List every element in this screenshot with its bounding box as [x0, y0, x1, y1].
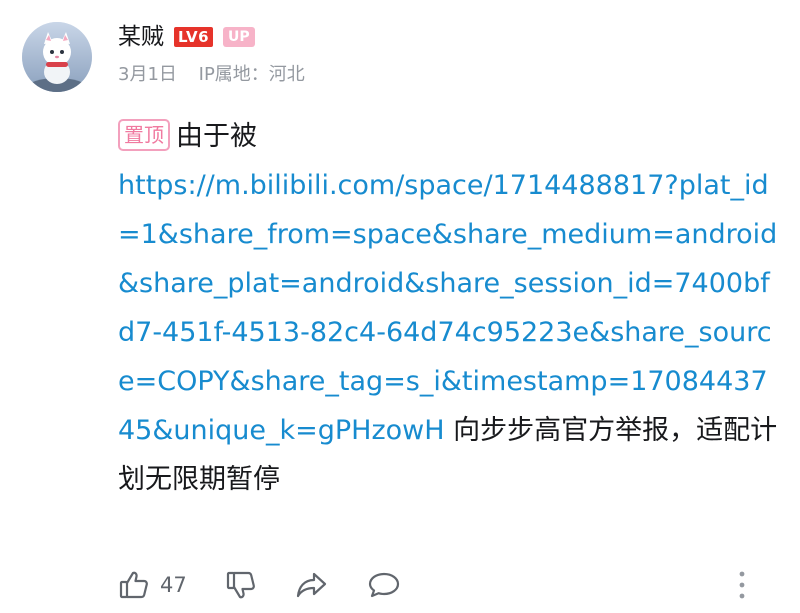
thumbs-down-icon: [225, 569, 257, 601]
dislike-button[interactable]: [225, 569, 257, 601]
comment-actions: 47: [118, 566, 780, 604]
comment-header: 某贼 LV6 UP 3月1日 IP属地：河北: [118, 20, 780, 88]
more-vertical-icon: [738, 571, 746, 604]
pinned-tag: 置顶: [118, 119, 170, 151]
comment-item: 某贼 LV6 UP 3月1日 IP属地：河北 置顶 由于被 https://m.bi…: [0, 0, 800, 613]
more-options-button[interactable]: [738, 570, 746, 604]
share-button[interactable]: [295, 569, 329, 601]
comment-date: 3月1日: [118, 64, 177, 85]
ip-location: IP属地：河北: [198, 64, 305, 85]
comment-meta: 3月1日 IP属地：河北: [118, 62, 780, 88]
reply-button[interactable]: [367, 569, 401, 601]
like-button[interactable]: 47: [118, 569, 187, 601]
avatar-image: [22, 22, 92, 92]
up-badge: UP: [223, 27, 255, 47]
level-badge: LV6: [174, 27, 214, 47]
like-count: 47: [160, 573, 187, 597]
comment-content: 置顶 由于被 https://m.bilibili.com/space/171448…: [118, 112, 778, 504]
name-row: 某贼 LV6 UP: [118, 20, 780, 54]
share-icon: [295, 569, 329, 601]
reply-bubble-icon: [367, 569, 401, 601]
thumbs-up-icon: [118, 569, 150, 601]
comment-text-prefix: 由于被: [176, 121, 257, 152]
username[interactable]: 某贼: [118, 20, 164, 54]
avatar[interactable]: [22, 22, 92, 92]
space-link[interactable]: https://m.bilibili.com/space/1714488817?…: [118, 170, 777, 446]
